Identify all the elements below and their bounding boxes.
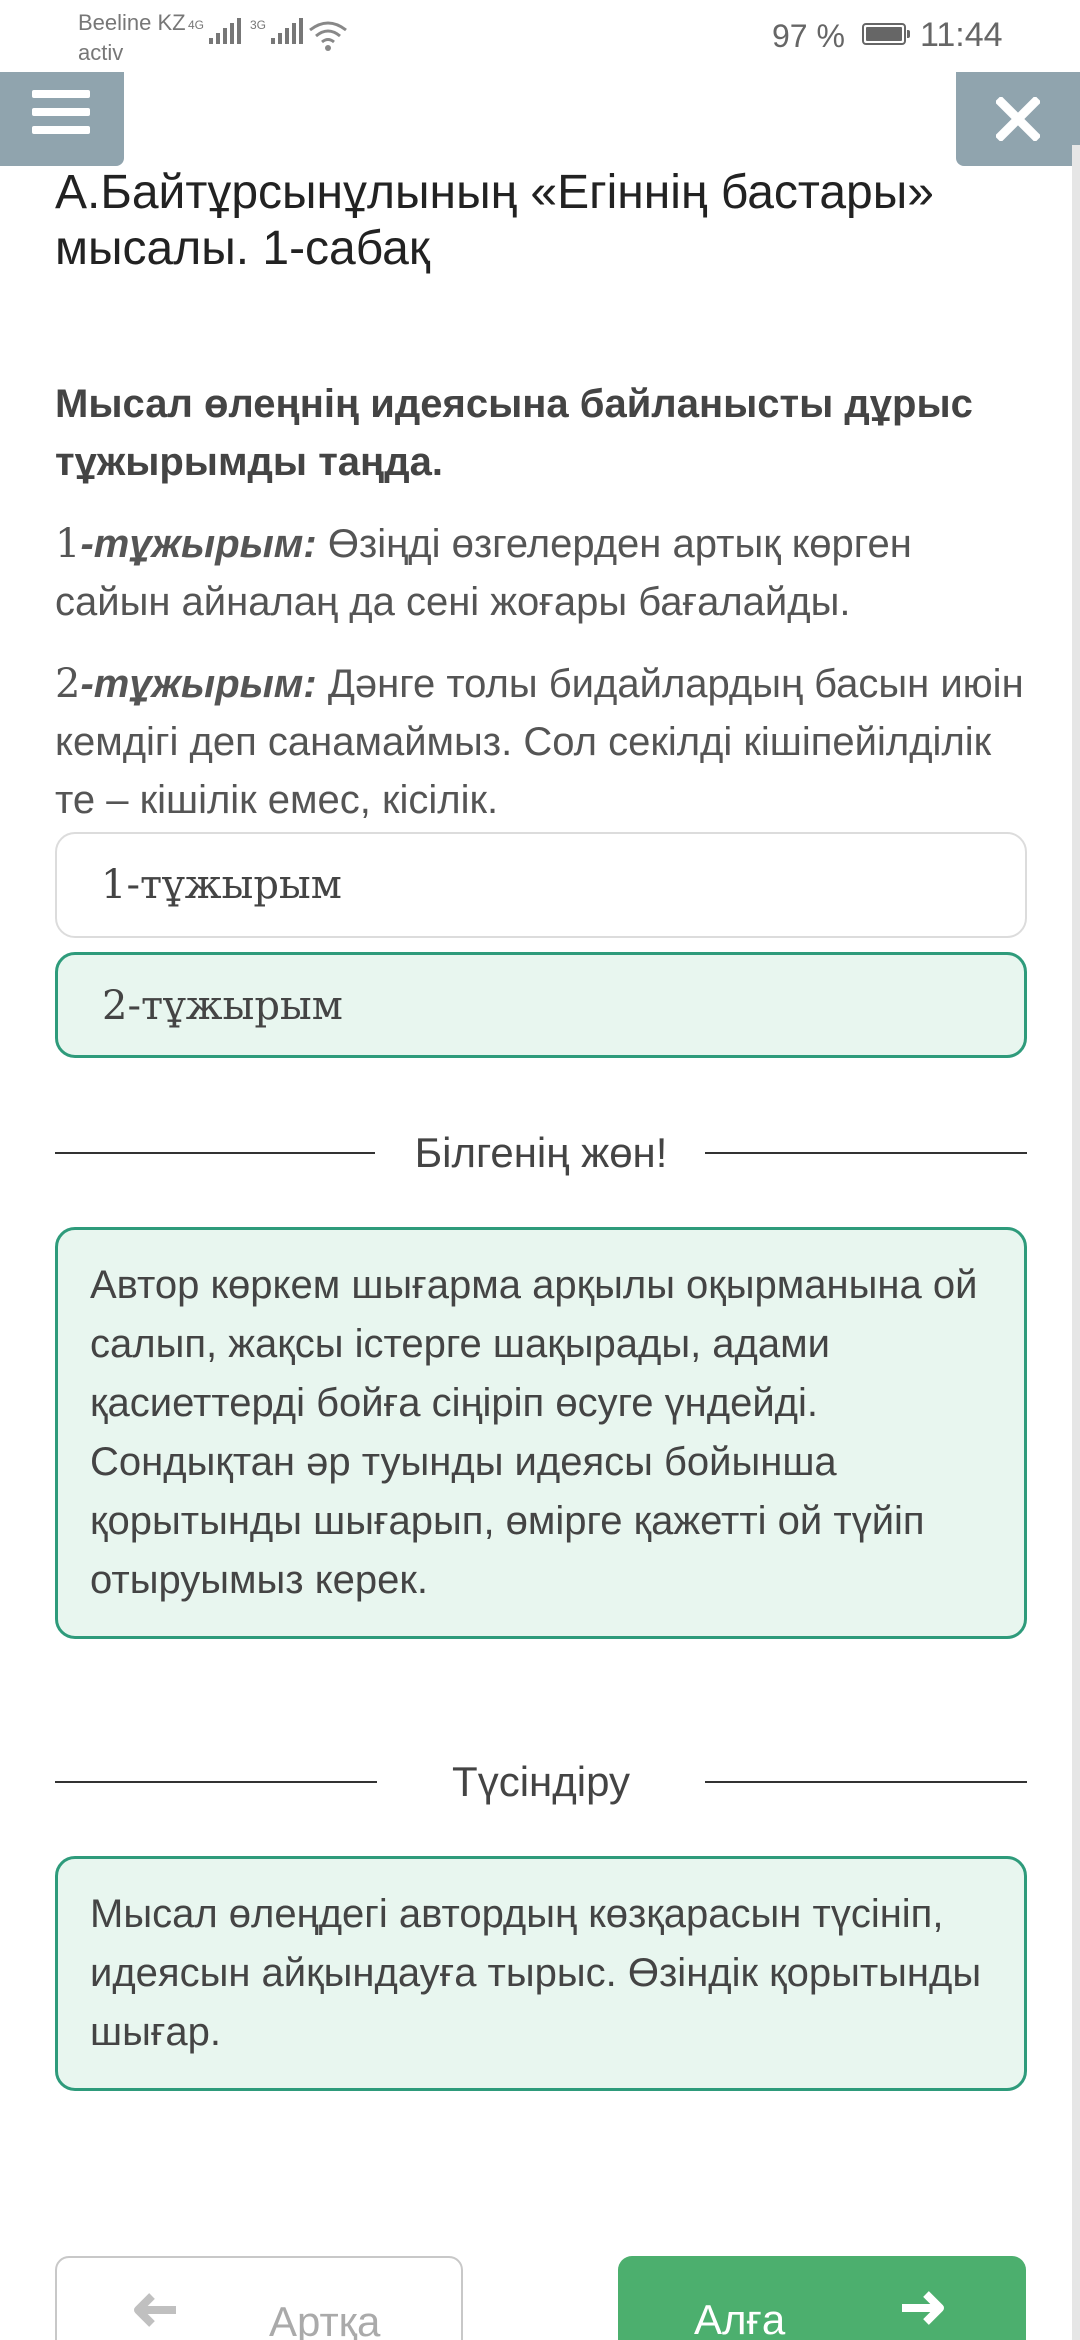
signal-4g-label: 4G xyxy=(188,18,205,32)
close-icon xyxy=(996,97,1040,141)
lesson-title: А.Байтұрсынұлының «Егіннің бастары» мыса… xyxy=(55,166,934,275)
menu-button[interactable] xyxy=(0,72,124,166)
statement-1-label: -тұжырым: xyxy=(80,522,317,566)
statement-1: 1-тұжырым: Өзіңді өзгелерден артық көрге… xyxy=(55,515,1035,631)
carrier-line-1: Beeline KZ xyxy=(78,10,186,35)
answer-option-2[interactable]: 2-тұжырым xyxy=(55,952,1027,1058)
know-text: Автор көркем шығарма арқылы оқырманына о… xyxy=(90,1263,978,1602)
carrier-name: Beeline KZ activ xyxy=(78,8,186,68)
wifi-icon xyxy=(309,21,347,51)
clock: 11:44 xyxy=(920,16,1003,54)
signal-3g-icon: 3G xyxy=(250,18,304,44)
statement-1-number: 1 xyxy=(55,521,81,567)
explain-box: Мысал өлеңдегі автордың көзқарасын түсін… xyxy=(55,1856,1027,2091)
know-divider: Білгенің жөн! xyxy=(55,1123,1027,1183)
next-label: Алға xyxy=(694,2296,786,2340)
back-label: Артқа xyxy=(269,2298,381,2340)
status-bar: Beeline KZ activ 4G 3G 97 % 11:44 xyxy=(0,0,1080,70)
battery-icon xyxy=(862,23,910,45)
signal-3g-label: 3G xyxy=(250,18,267,32)
statement-2: 2-тұжырым: Дәнге толы бидайлардың басын … xyxy=(55,655,1035,829)
scrollbar-track[interactable] xyxy=(1072,145,1080,2340)
lesson-screen: Beeline KZ activ 4G 3G 97 % 11:44 А.Байт… xyxy=(0,0,1080,2340)
answer-option-1[interactable]: 1-тұжырым xyxy=(55,832,1027,938)
back-button[interactable]: Артқа xyxy=(55,2256,463,2340)
question-prompt: Мысал өлеңнің идеясына байланысты дұрыс … xyxy=(55,382,973,484)
next-button[interactable]: Алға xyxy=(618,2256,1026,2340)
explain-divider: Түсіндіру xyxy=(55,1752,1027,1812)
close-button[interactable] xyxy=(956,72,1080,166)
arrow-right-icon xyxy=(902,2291,944,2325)
battery-percentage: 97 % xyxy=(772,18,845,54)
explain-text: Мысал өлеңдегі автордың көзқарасын түсін… xyxy=(90,1892,982,2054)
carrier-line-2: activ xyxy=(78,40,124,65)
arrow-left-icon xyxy=(134,2293,176,2327)
know-box: Автор көркем шығарма арқылы оқырманына о… xyxy=(55,1227,1027,1639)
statement-2-number: 2 xyxy=(55,661,81,707)
signal-4g-icon: 4G xyxy=(188,18,242,44)
statement-2-label: -тұжырым: xyxy=(80,662,317,706)
